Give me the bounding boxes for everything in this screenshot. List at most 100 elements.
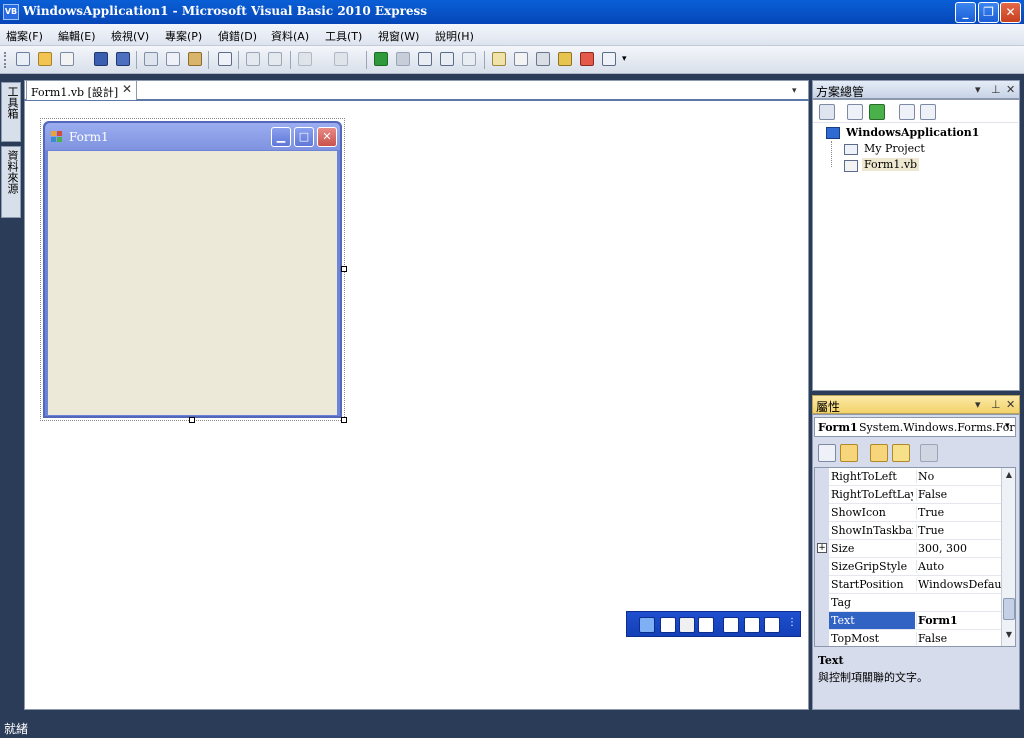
redo-icon[interactable]: [332, 50, 350, 68]
tab-close-icon[interactable]: ✕: [122, 82, 132, 96]
property-value[interactable]: False: [916, 488, 1002, 501]
close-button[interactable]: ✕: [1000, 2, 1021, 23]
property-row[interactable]: TopMost False: [815, 630, 1002, 646]
open-icon[interactable]: [36, 50, 54, 68]
tab-order-icon[interactable]: [698, 617, 714, 633]
toolbar-grip[interactable]: [4, 52, 7, 68]
add-project-icon[interactable]: [14, 50, 32, 68]
copy-icon[interactable]: [164, 50, 182, 68]
undo-icon[interactable]: [296, 50, 314, 68]
form-maximize-button[interactable]: □: [294, 127, 314, 147]
panel-close-icon[interactable]: ✕: [1006, 398, 1015, 411]
tree-root[interactable]: WindowsApplication1: [846, 126, 979, 139]
view-designer-icon[interactable]: [920, 104, 936, 120]
uncomment-icon[interactable]: [266, 50, 284, 68]
pin-icon[interactable]: ⊥: [991, 83, 1001, 96]
paste-icon[interactable]: [186, 50, 204, 68]
property-value[interactable]: True: [916, 524, 1002, 537]
panel-dropdown-icon[interactable]: ▾: [975, 83, 981, 96]
property-grid-scrollbar[interactable]: ▲ ▼: [1001, 468, 1015, 646]
chevron-down-icon[interactable]: ▾: [1005, 421, 1010, 431]
categorized-icon[interactable]: [818, 444, 836, 462]
property-row[interactable]: SizeGripStyle Auto: [815, 558, 1001, 576]
property-value[interactable]: Form1: [916, 614, 1002, 627]
property-row[interactable]: ShowInTaskbar True: [815, 522, 1001, 540]
property-row[interactable]: ShowIcon True: [815, 504, 1001, 522]
tab-dropdown-icon[interactable]: ▾: [792, 86, 801, 96]
property-value[interactable]: Auto: [916, 560, 1002, 573]
find-icon[interactable]: [216, 50, 234, 68]
tab-form1-designer[interactable]: Form1.vb [設計] ✕: [26, 80, 137, 100]
immediate-window-icon[interactable]: [600, 50, 618, 68]
properties-view-icon[interactable]: [870, 444, 888, 462]
error-list-icon[interactable]: [578, 50, 596, 68]
menu-window[interactable]: 視窗(W): [378, 28, 419, 44]
stop-icon[interactable]: [394, 50, 412, 68]
menu-data[interactable]: 資料(A): [271, 28, 309, 44]
property-row[interactable]: StartPosition WindowsDefaultLocation: [815, 576, 1002, 594]
properties-header[interactable]: 屬性 ▾ ⊥ ✕: [812, 395, 1020, 414]
align-icon[interactable]: [639, 617, 655, 633]
restore-button[interactable]: ❐: [978, 2, 999, 23]
datasources-tab[interactable]: 資料來源: [1, 146, 21, 218]
object-selector[interactable]: Form1 System.Windows.Forms.Form ▾: [814, 417, 1016, 437]
property-row[interactable]: Tag: [815, 594, 1001, 612]
property-value[interactable]: 300, 300: [916, 542, 1002, 555]
expand-icon[interactable]: +: [817, 543, 827, 553]
designer-form[interactable]: Form1 ▁ □ ✕: [43, 121, 342, 418]
tree-item-form1[interactable]: Form1.vb: [862, 158, 920, 171]
scroll-thumb[interactable]: [1003, 598, 1015, 620]
save-icon[interactable]: [92, 50, 110, 68]
property-pages-icon[interactable]: [920, 444, 938, 462]
toolbar-overflow-icon[interactable]: ▾: [622, 54, 627, 64]
property-value[interactable]: WindowsDefaultLocation: [916, 578, 1002, 591]
menu-tools[interactable]: 工具(T): [325, 28, 362, 44]
menu-help[interactable]: 說明(H): [435, 28, 474, 44]
solution-explorer-icon[interactable]: [490, 50, 508, 68]
step-out-icon[interactable]: [460, 50, 478, 68]
panel-close-icon[interactable]: ✕: [1006, 83, 1015, 96]
menu-file[interactable]: 檔案(F): [6, 28, 43, 44]
property-row[interactable]: RightToLeft No: [815, 468, 1001, 486]
form-close-button[interactable]: ✕: [317, 127, 337, 147]
start-debug-icon[interactable]: [372, 50, 390, 68]
properties-icon[interactable]: [819, 104, 835, 120]
edit-icon[interactable]: [723, 617, 739, 633]
events-icon[interactable]: [892, 444, 910, 462]
menu-view[interactable]: 檢視(V): [111, 28, 149, 44]
comment-icon[interactable]: [244, 50, 262, 68]
property-row[interactable]: RightToLeftLayoutFalse: [815, 486, 1001, 504]
property-value[interactable]: False: [916, 632, 1002, 645]
step-over-icon[interactable]: [438, 50, 456, 68]
toolbox-tab[interactable]: 工具箱: [1, 82, 21, 142]
scroll-up-icon[interactable]: ▲: [1003, 470, 1015, 484]
menu-edit[interactable]: 編輯(E): [58, 28, 96, 44]
property-value[interactable]: No: [916, 470, 1002, 483]
resize-handle-right[interactable]: [341, 266, 347, 272]
alphabetical-icon[interactable]: [840, 444, 858, 462]
menu-debug[interactable]: 偵錯(D): [218, 28, 257, 44]
toolbox-icon[interactable]: [534, 50, 552, 68]
tree-item-my-project[interactable]: My Project: [864, 142, 925, 155]
property-row[interactable]: + Size 300, 300: [815, 540, 1001, 558]
solution-explorer-header[interactable]: 方案總管 ▾ ⊥ ✕: [812, 80, 1020, 99]
properties-icon[interactable]: [512, 50, 530, 68]
help-icon[interactable]: [764, 617, 780, 633]
resize-handle-corner[interactable]: [341, 417, 347, 423]
form-caption[interactable]: Form1 ▁ □ ✕: [45, 123, 340, 150]
view-code-icon[interactable]: [744, 617, 760, 633]
form-minimize-button[interactable]: ▁: [271, 127, 291, 147]
step-into-icon[interactable]: [416, 50, 434, 68]
minimize-button[interactable]: _: [955, 2, 976, 23]
pin-icon[interactable]: ⊥: [991, 398, 1001, 411]
refresh-icon[interactable]: [869, 104, 885, 120]
resize-handle-bottom[interactable]: [189, 417, 195, 423]
view-code-icon[interactable]: [899, 104, 915, 120]
scroll-down-icon[interactable]: ▼: [1003, 630, 1015, 644]
size-to-grid-icon[interactable]: [679, 617, 695, 633]
show-all-files-icon[interactable]: [847, 104, 863, 120]
menu-project[interactable]: 專案(P): [165, 28, 202, 44]
save-all-icon[interactable]: [114, 50, 132, 68]
object-browser-icon[interactable]: [556, 50, 574, 68]
panel-dropdown-icon[interactable]: ▾: [975, 398, 981, 411]
